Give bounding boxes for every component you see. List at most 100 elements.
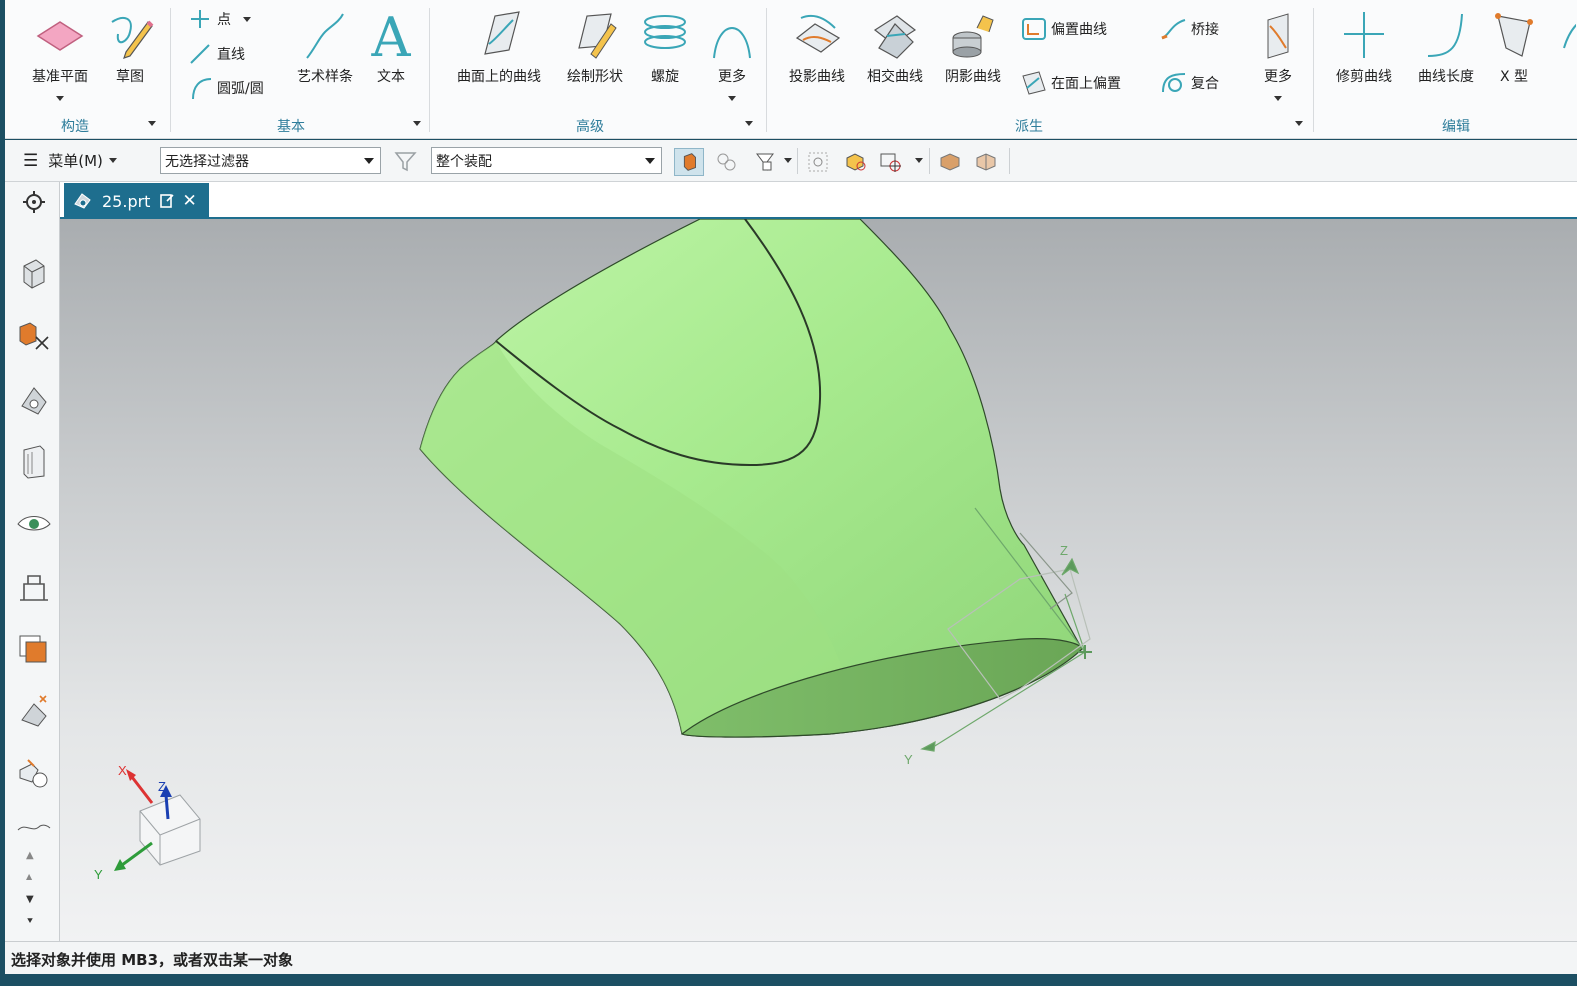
offset-on-face-button[interactable]: 在面上偏置 <box>1019 70 1121 96</box>
group-basic: 点 直线 圆弧/圆 艺术样条 A 文本 基本 <box>171 0 429 139</box>
point-label: 点 <box>217 12 231 28</box>
shadow-curve-button[interactable]: 阴影曲线 <box>937 4 1009 110</box>
arc-circle-button[interactable]: 圆弧/圆 <box>185 75 264 101</box>
bridge-button[interactable]: 桥接 <box>1159 16 1219 42</box>
composite-button[interactable]: 复合 <box>1159 70 1219 96</box>
group-menu-arrow[interactable] <box>745 121 753 126</box>
ribbon: 基准平面 草图 构造 点 直线 圆弧/圆 艺术样条 A 文本 基本 曲面上的曲线… <box>5 0 1577 139</box>
point-button[interactable]: 点 <box>185 6 251 32</box>
curve-edit-icon <box>1563 23 1576 49</box>
fit-icon[interactable] <box>803 148 833 176</box>
offset-curve-label: 偏置曲线 <box>1051 22 1107 38</box>
group-label-construct: 构造 <box>61 119 89 135</box>
tab-25-prt[interactable]: 25.prt ✕ <box>64 183 209 219</box>
derived-more-button[interactable]: 更多 <box>1251 4 1305 110</box>
add-point-icon[interactable] <box>841 148 871 176</box>
visibility-eye-icon[interactable] <box>14 504 54 544</box>
toolbar-separator <box>1009 148 1010 174</box>
scroll-up-small-icon[interactable]: ▲ <box>26 872 32 881</box>
line-button[interactable]: 直线 <box>185 41 245 67</box>
helix-button[interactable]: 螺旋 <box>634 4 696 110</box>
view-shaded-icon[interactable] <box>935 148 965 176</box>
close-icon[interactable]: ✕ <box>182 191 196 211</box>
project-curve-label: 投影曲线 <box>789 69 845 85</box>
chevron-down-icon[interactable] <box>1274 96 1282 101</box>
point-icon <box>191 10 209 28</box>
studio-spline-button[interactable]: 艺术样条 <box>283 4 367 110</box>
more-derived-icon <box>1267 13 1289 59</box>
sketch-shape-button[interactable]: 绘制形状 <box>554 4 636 110</box>
trim-curve-button[interactable]: 修剪曲线 <box>1324 4 1404 110</box>
shadow-curve-label: 阴影曲线 <box>945 69 1001 85</box>
triad-y-axis <box>121 841 153 867</box>
menu-label: 菜单(M) <box>48 152 103 170</box>
chevron-down-icon[interactable] <box>243 16 251 22</box>
assembly-navigator-icon[interactable] <box>14 317 54 357</box>
chevron-down-icon[interactable] <box>728 96 736 101</box>
graphics-viewport[interactable]: Z Y X Z Y <box>60 219 1577 941</box>
filter-icon[interactable] <box>391 148 421 176</box>
chevron-down-icon <box>108 158 117 163</box>
offset-on-face-label: 在面上偏置 <box>1051 76 1121 92</box>
project-curve-button[interactable]: 投影曲线 <box>781 4 853 110</box>
datum-plane-button[interactable]: 基准平面 <box>15 4 105 110</box>
constraint-navigator-icon[interactable] <box>14 380 54 420</box>
view-wireframe-icon[interactable] <box>971 148 1001 176</box>
curve-length-button[interactable]: 曲线长度 <box>1406 4 1486 110</box>
intent-icon[interactable] <box>751 148 781 176</box>
process-studio-icon[interactable] <box>14 692 54 732</box>
menu-button[interactable]: ☰ 菜单(M) <box>23 150 117 171</box>
offset-curve-icon <box>1022 18 1046 40</box>
modified-icon[interactable] <box>158 192 176 210</box>
status-bar: 选择对象并使用 MB3，或者双击某一对象 <box>5 941 1577 974</box>
chevron-down-icon[interactable] <box>915 158 923 163</box>
group-edit: 修剪曲线 曲线长度 X 型 编辑 <box>1314 0 1577 139</box>
manufacturing-wizard-icon[interactable] <box>14 756 54 796</box>
scroll-up-icon[interactable]: ▲ <box>26 850 34 861</box>
curve-on-surface-button[interactable]: 曲面上的曲线 <box>444 4 554 110</box>
part-file-icon <box>74 193 91 209</box>
settings-gear-icon[interactable] <box>14 184 54 224</box>
chevron-down-icon[interactable] <box>784 158 792 163</box>
scroll-down-icon[interactable]: ▼ <box>26 894 34 905</box>
text-icon: A <box>371 8 412 62</box>
model-canvas: Z Y X Z Y <box>94 219 1092 882</box>
history-icon[interactable] <box>14 630 54 670</box>
edit-extra-button[interactable] <box>1550 4 1576 110</box>
status-message: 选择对象并使用 MB3，或者双击某一对象 <box>11 951 294 969</box>
group-menu-arrow[interactable] <box>1295 121 1303 126</box>
arc-circle-label: 圆弧/圆 <box>217 81 264 97</box>
group-derived: 投影曲线 相交曲线 阴影曲线 偏置曲线 在面上偏置 桥接 复合 更多 派生 <box>767 0 1313 139</box>
expand-more-icon[interactable]: ⯆ <box>26 916 34 927</box>
triad-y-label: Y <box>94 867 103 882</box>
part-navigator-icon[interactable] <box>14 254 54 294</box>
x-form-button[interactable]: X 型 <box>1482 4 1546 110</box>
intersection-curve-button[interactable]: 相交曲线 <box>859 4 931 110</box>
arc-icon <box>192 78 212 100</box>
snap-point-icon[interactable] <box>877 148 907 176</box>
group-construct: 基准平面 草图 构造 <box>5 0 170 139</box>
select-features-icon[interactable] <box>674 148 704 176</box>
roles-icon[interactable] <box>14 568 54 608</box>
reuse-library-icon[interactable] <box>14 442 54 482</box>
toolbar-separator <box>929 148 930 174</box>
advanced-more-button[interactable]: 更多 <box>702 4 762 110</box>
triad-x-label: X <box>118 763 127 778</box>
svg-text:A: A <box>371 8 412 62</box>
type-filter-dropdown[interactable]: 无选择过滤器 <box>160 147 381 174</box>
helix-icon <box>644 15 686 49</box>
shadow-curve-icon <box>952 15 994 58</box>
chevron-down-icon[interactable] <box>56 96 64 101</box>
group-menu-arrow[interactable] <box>413 121 421 126</box>
selection-scope-value: 整个装配 <box>436 154 492 170</box>
sketch-button[interactable]: 草图 <box>100 4 160 110</box>
text-button[interactable]: A 文本 <box>363 4 419 110</box>
view-triad[interactable] <box>114 769 201 871</box>
selection-scope-dropdown[interactable]: 整个装配 <box>431 147 662 174</box>
helix-label: 螺旋 <box>651 69 679 85</box>
snap-icon[interactable] <box>711 148 741 176</box>
offset-curve-button[interactable]: 偏置曲线 <box>1019 16 1107 42</box>
group-menu-arrow[interactable] <box>148 121 156 126</box>
group-label-edit: 编辑 <box>1442 119 1470 135</box>
wave-icon[interactable] <box>14 818 54 838</box>
